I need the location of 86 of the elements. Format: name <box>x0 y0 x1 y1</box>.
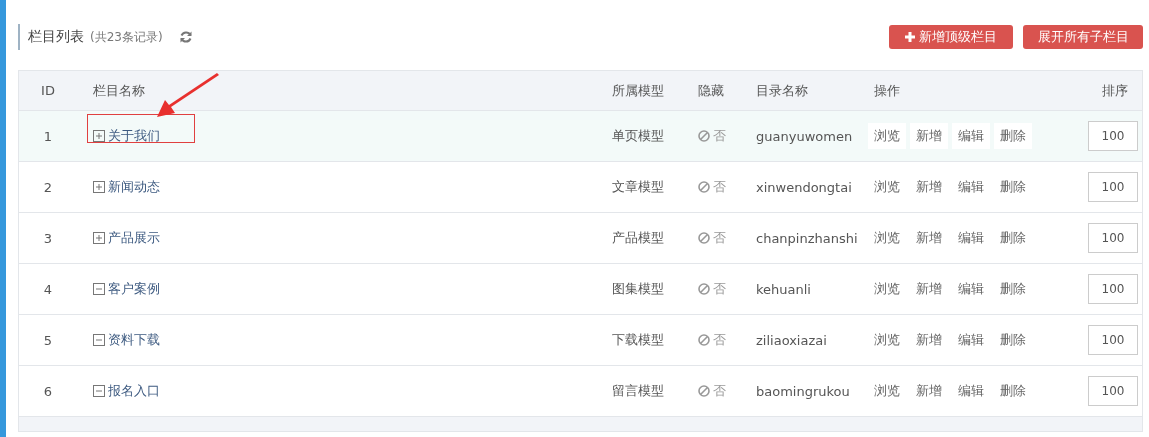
action-link[interactable]: 新增 <box>910 123 948 149</box>
sort-input[interactable]: 100 <box>1088 172 1138 202</box>
sort-input[interactable]: 100 <box>1088 223 1138 253</box>
action-link[interactable]: 新增 <box>910 327 948 353</box>
id-cell-text: 5 <box>42 332 54 348</box>
action-link[interactable]: 编辑 <box>952 123 990 149</box>
directory-cell-text: xinwendongtai <box>755 179 853 195</box>
refresh-icon[interactable] <box>178 30 193 44</box>
ban-icon <box>698 283 710 295</box>
action-link[interactable]: 编辑 <box>952 327 990 353</box>
plus-box-icon[interactable] <box>93 232 105 244</box>
minus-box-icon[interactable] <box>93 283 105 295</box>
action-link[interactable]: 浏览 <box>868 123 906 149</box>
column-header: 目录名称 <box>755 81 809 100</box>
action-link[interactable]: 新增 <box>910 225 948 251</box>
action-link[interactable]: 浏览 <box>868 174 906 200</box>
column-name-link[interactable]: 关于我们 <box>108 127 160 145</box>
action-link[interactable]: 删除 <box>994 327 1032 353</box>
model-cell-text: 产品模型 <box>611 229 665 247</box>
ban-icon <box>698 385 710 397</box>
column-header: ID <box>40 83 56 98</box>
minus-box-icon[interactable] <box>93 334 105 346</box>
plus-box-icon[interactable] <box>93 181 105 193</box>
ban-icon <box>698 130 710 142</box>
column-header: 操作 <box>873 81 901 100</box>
action-link[interactable]: 编辑 <box>952 225 990 251</box>
expand-all-button[interactable]: 展开所有子栏目 <box>1023 25 1143 49</box>
directory-cell-text: ziliaoxiazai <box>755 332 828 348</box>
sort-input[interactable]: 100 <box>1088 376 1138 406</box>
add-top-column-button[interactable]: 新增顶级栏目 <box>889 25 1013 49</box>
hidden-status: 否 <box>686 331 744 349</box>
column-name-link[interactable]: 客户案例 <box>108 280 160 298</box>
hidden-status: 否 <box>686 178 744 196</box>
sort-input[interactable]: 100 <box>1088 121 1138 151</box>
model-cell-text: 下载模型 <box>611 331 665 349</box>
column-name-link[interactable]: 新闻动态 <box>108 178 160 196</box>
column-header: 排序 <box>1101 81 1129 100</box>
directory-cell-text: kehuanli <box>755 281 812 297</box>
directory-cell-text: baomingrukou <box>755 383 851 399</box>
action-link[interactable]: 新增 <box>910 378 948 404</box>
action-link[interactable]: 删除 <box>994 174 1032 200</box>
hidden-status: 否 <box>686 280 744 298</box>
sort-input[interactable]: 100 <box>1088 325 1138 355</box>
sort-input[interactable]: 100 <box>1088 274 1138 304</box>
model-cell-text: 留言模型 <box>611 382 665 400</box>
column-name-link[interactable]: 报名入口 <box>108 382 160 400</box>
action-link[interactable]: 新增 <box>910 174 948 200</box>
action-link[interactable]: 浏览 <box>868 276 906 302</box>
id-cell-text: 4 <box>42 281 54 297</box>
action-link[interactable]: 新增 <box>910 276 948 302</box>
model-cell-text: 图集模型 <box>611 280 665 298</box>
id-cell-text: 1 <box>42 128 54 144</box>
ban-icon <box>698 334 710 346</box>
action-link[interactable]: 编辑 <box>952 174 990 200</box>
column-header: 隐藏 <box>697 81 725 100</box>
list-title: 栏目列表 <box>28 28 84 46</box>
column-header: 栏目名称 <box>92 81 146 100</box>
column-name-link[interactable]: 资料下载 <box>108 331 160 349</box>
id-cell-text: 6 <box>42 383 54 399</box>
action-link[interactable]: 编辑 <box>952 378 990 404</box>
action-link[interactable]: 删除 <box>994 225 1032 251</box>
directory-cell-text: guanyuwomen <box>755 128 854 144</box>
hidden-status: 否 <box>686 229 744 247</box>
column-header: 所属模型 <box>611 81 665 100</box>
ban-icon <box>698 232 710 244</box>
id-cell-text: 2 <box>42 179 54 195</box>
action-link[interactable]: 删除 <box>994 378 1032 404</box>
action-link[interactable]: 浏览 <box>868 327 906 353</box>
hidden-status: 否 <box>686 382 744 400</box>
plus-icon <box>905 32 915 42</box>
action-link[interactable]: 浏览 <box>868 225 906 251</box>
hidden-status: 否 <box>686 127 744 145</box>
arrow-icon <box>155 73 221 119</box>
action-link[interactable]: 删除 <box>994 276 1032 302</box>
action-link[interactable]: 删除 <box>994 123 1032 149</box>
plus-box-icon[interactable] <box>93 130 105 142</box>
directory-cell-text: chanpinzhanshi <box>755 230 859 246</box>
ban-icon <box>698 181 710 193</box>
action-link[interactable]: 浏览 <box>868 378 906 404</box>
model-cell-text: 单页模型 <box>611 127 665 145</box>
minus-box-icon[interactable] <box>93 385 105 397</box>
action-link[interactable]: 编辑 <box>952 276 990 302</box>
model-cell-text: 文章模型 <box>611 178 665 196</box>
record-count: (共23条记录) <box>90 28 163 46</box>
column-name-link[interactable]: 产品展示 <box>108 229 160 247</box>
id-cell-text: 3 <box>42 230 54 246</box>
